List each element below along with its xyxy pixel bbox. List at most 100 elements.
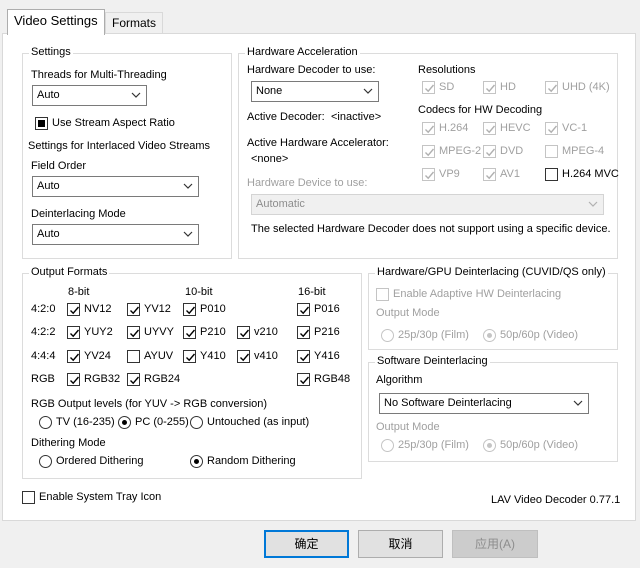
combo-value: Auto [37,180,60,192]
radio-circle [190,416,203,429]
checkbox-box [545,81,558,94]
radio-label: TV (16-235) [56,416,115,428]
tab-video-settings[interactable]: Video Settings [7,9,105,35]
checkmark-icon [486,171,496,180]
codecs-title: Codecs for HW Decoding [418,104,543,116]
active-accel-value: <none> [251,153,289,165]
group-title: Hardware/GPU Deinterlacing (CUVID/QS onl… [375,266,608,278]
checkmark-icon [186,329,196,338]
checkbox-label: MPEG-4 [562,145,605,157]
cancel-button[interactable]: 取消 [358,530,443,558]
checkmark-icon [425,171,435,180]
tab-formats[interactable]: Formats [105,12,164,34]
row-422: 4:2:2 [31,326,56,338]
checkmark-icon [425,125,435,134]
checkmark-icon [486,125,496,134]
checkbox-label: Enable System Tray Icon [39,491,162,503]
checkbox-box [127,326,140,339]
checkbox-label: HD [500,81,516,93]
radio-label: 50p/60p (Video) [500,439,579,451]
deint-mode-label: Deinterlacing Mode [31,208,126,220]
deint-mode-combo[interactable]: Auto [32,224,199,245]
chevron-down-icon [131,92,141,98]
checkbox-box [127,350,140,363]
checkbox-box [483,81,496,94]
apply-button[interactable]: 应用(A) [452,530,538,558]
row-420: 4:2:0 [31,303,56,315]
checkbox-box [22,491,35,504]
ok-button[interactable]: 确定 [264,530,349,558]
checkmark-icon [70,376,80,385]
checkbox-box [422,122,435,135]
radio-label: Random Dithering [207,455,296,467]
checkbox-label: RGB48 [314,373,351,385]
group-title: Settings [29,46,73,58]
tab-label: Video Settings [14,13,98,28]
field-order-label: Field Order [31,160,87,172]
checkmark-icon [300,376,310,385]
checkmark-icon [425,148,435,157]
field-order-combo[interactable]: Auto [32,176,199,197]
threads-combo[interactable]: Auto [32,85,147,106]
checkbox-box [297,326,310,339]
tab-label: Formats [112,16,157,30]
radio-circle [483,329,496,342]
checkbox-label: P010 [200,303,226,315]
checkbox-box [422,81,435,94]
algorithm-combo[interactable]: No Software Deinterlacing [379,393,589,414]
radio-label: 25p/30p (Film) [398,329,469,341]
radio-label: Ordered Dithering [56,455,144,467]
checkbox-box [422,145,435,158]
col-8bit: 8-bit [68,286,90,298]
checkmark-icon [186,353,196,362]
radio-circle [190,455,203,468]
checkbox-label: Use Stream Aspect Ratio [52,117,175,129]
checkbox-label: DVD [500,145,524,157]
combo-value: Auto [37,228,60,240]
checkbox-label: Y416 [314,350,340,362]
checkbox-box [127,303,140,316]
checkbox-box [545,122,558,135]
checkbox-box [67,350,80,363]
checkbox-label: VP9 [439,168,460,180]
checkmark-icon [186,306,196,315]
hw-decoder-combo[interactable]: None [251,81,379,102]
checkbox-box [483,168,496,181]
checkbox-label: YV24 [84,350,111,362]
checkmark-icon [70,353,80,362]
checkmark-icon [240,353,250,362]
checkbox-label: YV12 [144,303,171,315]
checkbox-box [35,117,48,130]
checkmark-icon [548,84,558,93]
hw-device-combo[interactable]: Automatic [251,194,604,215]
checkbox-box [483,122,496,135]
combo-value: None [256,85,283,97]
checkbox-box [127,373,140,386]
checkbox-label: AV1 [500,168,520,180]
checkbox-box [183,350,196,363]
checkmark-icon [70,306,80,315]
checkbox-box [67,303,80,316]
chevron-down-icon [588,201,598,207]
checkbox-label: SD [439,81,455,93]
combo-value: No Software Deinterlacing [384,397,512,409]
radio-circle [381,439,394,452]
combo-value: Auto [37,89,60,101]
checkmark-icon [486,84,496,93]
radio-label: PC (0-255) [135,416,189,428]
sw-output-mode-label: Output Mode [376,421,440,433]
checkbox-label: NV12 [84,303,112,315]
checkbox-label: UYVY [144,326,174,338]
dither-label: Dithering Mode [31,437,106,449]
group-title: Software Deinterlacing [375,355,490,367]
checkbox-box [422,168,435,181]
version-label: LAV Video Decoder 0.77.1 [491,494,621,506]
radio-circle [118,416,131,429]
checkbox-box [183,303,196,316]
combo-value: Automatic [256,198,305,210]
checkbox-label: v410 [254,350,278,362]
active-accel-label: Active Hardware Accelerator: [247,137,389,149]
checkbox-box [297,373,310,386]
threads-label: Threads for Multi-Threading [31,69,167,81]
checkbox-box [545,168,558,181]
